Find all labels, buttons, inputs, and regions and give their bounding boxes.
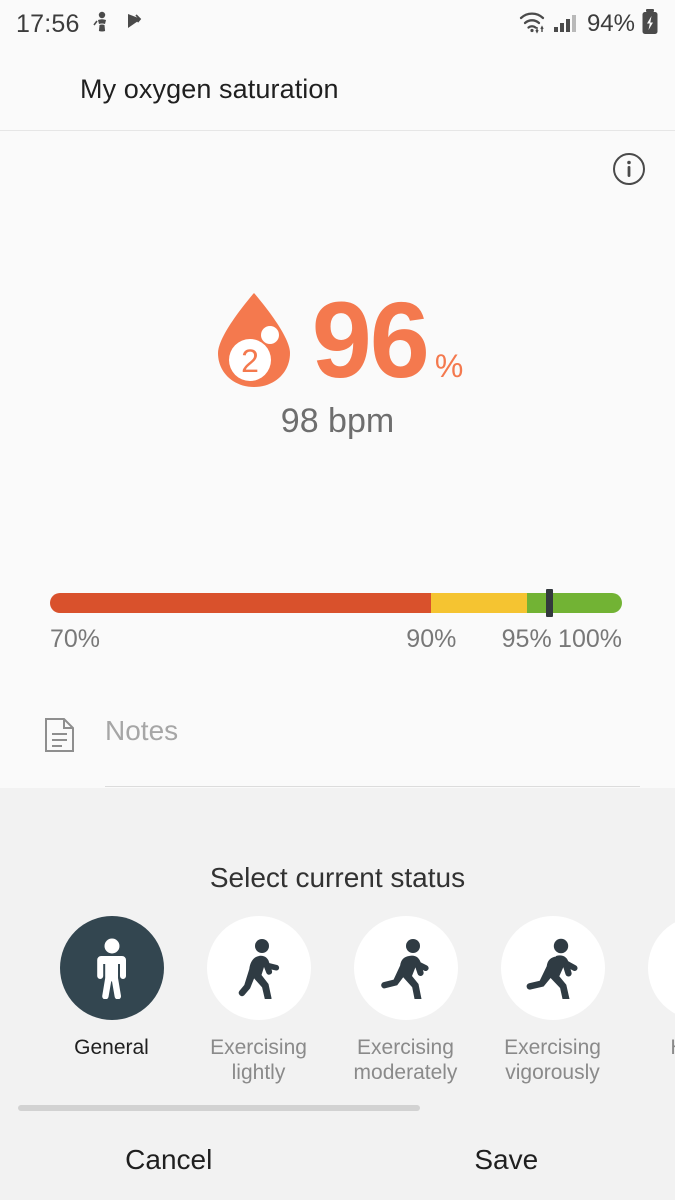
notification-icon: [124, 10, 146, 39]
page-title: My oxygen saturation: [80, 73, 339, 104]
person-standing-icon: [84, 937, 140, 1000]
person-hiking-icon: [672, 937, 675, 999]
status-option-general[interactable]: General: [38, 916, 185, 1060]
measurement-panel: 2 96 % 98 bpm 70% 90% 95% 100%: [0, 132, 675, 788]
range-segment-low: [50, 593, 432, 613]
status-bar-clock: 17:56: [16, 9, 80, 38]
range-segment-normal: [526, 593, 622, 613]
notes-row: [44, 710, 640, 787]
status-list-scrollbar[interactable]: [18, 1105, 658, 1111]
heart-rate-value: 98 bpm: [280, 402, 395, 440]
cancel-button[interactable]: Cancel: [0, 1120, 338, 1200]
status-option-circle[interactable]: [206, 916, 311, 1020]
status-option-circle[interactable]: [59, 916, 164, 1020]
app-header: My oxygen saturation: [0, 48, 675, 131]
battery-charging-icon: [641, 8, 659, 40]
range-label: 90%: [406, 625, 457, 653]
range-label: 70%: [50, 625, 101, 653]
info-icon[interactable]: [609, 149, 649, 189]
range-label: 100%: [558, 625, 622, 653]
note-document-icon: [44, 717, 76, 758]
status-bar-right: 94%: [517, 8, 659, 40]
wifi-icon: [517, 9, 547, 40]
battery-percent-label: 94%: [586, 10, 635, 37]
status-option-label: General: [74, 1036, 149, 1059]
person-walking-icon: [231, 937, 287, 1002]
spo2-reading: 2 96 %: [0, 284, 675, 395]
o2-droplet-icon: 2: [212, 290, 296, 395]
status-option-circle[interactable]: [353, 916, 458, 1020]
spo2-unit: %: [434, 347, 464, 384]
range-segment-medium: [431, 593, 527, 613]
range-bar-labels: 70% 90% 95% 100%: [50, 625, 622, 659]
signal-icon: [553, 10, 579, 39]
status-option-exercising-lightly[interactable]: Exercising lightly: [185, 916, 332, 1085]
range-label: 95%: [501, 625, 552, 653]
status-options-list[interactable]: General Exercising lightly Exercising modera…: [0, 916, 675, 1098]
status-option-hiking[interactable]: Hiking: [626, 916, 675, 1060]
status-option-label: Exercising vigorously: [504, 1036, 601, 1084]
status-picker-panel: Select current status General Exercising l…: [0, 788, 675, 1120]
status-option-label: Exercising moderately: [353, 1036, 458, 1084]
spo2-range-indicator: 70% 90% 95% 100%: [50, 589, 622, 659]
spo2-value: 96: [311, 278, 430, 400]
status-bar-left: 17:56: [16, 10, 146, 39]
status-option-label: Hiking: [670, 1035, 675, 1060]
status-option-circle[interactable]: [500, 916, 605, 1020]
person-running-icon: [525, 937, 581, 1005]
notification-icon: [91, 10, 113, 39]
range-marker: [545, 589, 553, 617]
status-option-label: Exercising lightly: [210, 1036, 307, 1084]
status-option-exercising-vigorously[interactable]: Exercising vigorously: [479, 916, 626, 1085]
dialog-action-bar: Cancel Save: [0, 1120, 675, 1200]
status-option-exercising-moderately[interactable]: Exercising moderately: [332, 916, 479, 1085]
save-button[interactable]: Save: [338, 1120, 675, 1200]
scrollbar-thumb[interactable]: [18, 1105, 420, 1111]
notes-input[interactable]: [105, 710, 640, 787]
status-picker-title: Select current status: [209, 862, 466, 893]
person-jogging-icon: [378, 937, 434, 1004]
svg-text:2: 2: [241, 343, 259, 379]
app-screen: 17:56 94% My oxygen saturation 2 96 % 98…: [0, 0, 675, 1200]
spo2-value-group: 96 %: [311, 278, 464, 400]
status-option-circle[interactable]: [647, 916, 675, 1020]
range-bar: [50, 589, 622, 617]
system-status-bar: 17:56 94%: [0, 0, 675, 48]
